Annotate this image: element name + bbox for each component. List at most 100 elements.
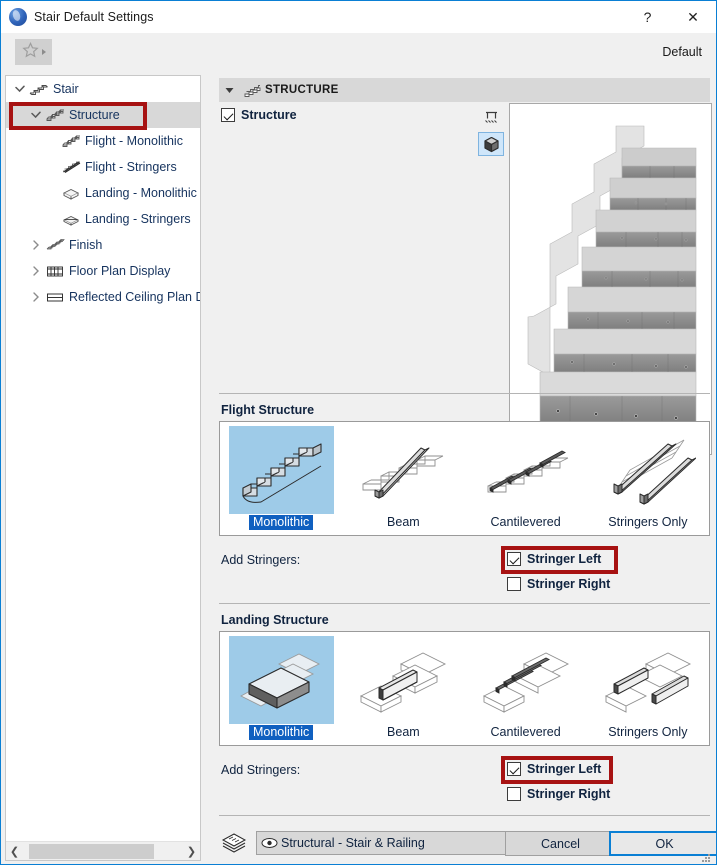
chevron-right-icon[interactable] (28, 240, 44, 250)
preview-view-tools (478, 105, 506, 159)
landing-stringer-left-label: Stringer Left (527, 762, 602, 776)
settings-tree: Stair Structure Flight - Monolithic Flight … (6, 76, 200, 841)
divider-footer (219, 815, 710, 816)
landing-option-label: Monolithic (248, 725, 314, 740)
section-title: STRUCTURE (265, 84, 339, 96)
sidebar-item-label: Flight - Monolithic (85, 134, 183, 148)
floor-plan-display-icon (44, 264, 66, 278)
landing-option-monolithic[interactable]: Monolithic (220, 632, 342, 745)
dialog-footer: Structural - Stair & Railing Cancel OK (213, 823, 716, 864)
flight-option-label: Beam (387, 515, 420, 529)
tree-horizontal-scrollbar[interactable]: ❮ ❯ (6, 841, 200, 860)
cantilevered-flight-icon (473, 426, 578, 514)
flight-stringers-icon (60, 160, 82, 174)
landing-option-stringers-only[interactable]: Stringers Only (587, 632, 709, 745)
layers-icon[interactable] (221, 832, 247, 859)
landing-structure-options: Monolithic Beam Cantilevered Stringers O… (219, 631, 710, 746)
checkbox-box[interactable] (507, 577, 521, 591)
eye-icon (257, 837, 281, 849)
chevron-right-icon[interactable] (28, 292, 44, 302)
sidebar-item-label: Landing - Stringers (85, 212, 191, 226)
sidebar-item-structure[interactable]: Structure (6, 102, 200, 128)
3d-view-icon[interactable] (478, 132, 504, 156)
flight-stringer-right-label: Stringer Right (527, 577, 611, 591)
stair-3d-preview[interactable] (509, 103, 712, 455)
flight-option-label: Cantilevered (490, 515, 561, 529)
help-button[interactable]: ? (625, 1, 670, 33)
close-button[interactable]: ✕ (670, 1, 716, 33)
toolbar: Default (2, 33, 716, 72)
reflected-ceiling-icon (44, 290, 66, 304)
chevron-left-icon[interactable]: ❮ (6, 845, 23, 858)
monolithic-flight-icon (228, 426, 334, 514)
sidebar-item-stair[interactable]: Stair (6, 76, 200, 102)
cantilevered-landing-icon (473, 636, 578, 724)
landing-stringer-right-label: Stringer Right (527, 787, 611, 801)
flight-option-cantilevered[interactable]: Cantilevered (465, 422, 587, 535)
flight-add-stringers-label: Add Stringers: (221, 553, 301, 567)
sidebar-item-label: Reflected Ceiling Plan Di (69, 290, 200, 304)
layer-combo-value: Structural - Stair & Railing (281, 836, 425, 850)
sidebar-item-flight-stringers[interactable]: Flight - Stringers (6, 154, 200, 180)
flight-stringer-left-label: Stringer Left (527, 552, 602, 566)
flight-option-label: Stringers Only (608, 515, 688, 529)
landing-option-label: Cantilevered (490, 725, 561, 739)
chevron-down-icon[interactable] (12, 85, 28, 93)
landing-stringer-right-checkbox[interactable]: Stringer Right (507, 787, 610, 801)
sidebar-item-landing-stringers[interactable]: Landing - Stringers (6, 206, 200, 232)
flight-structure-options: Monolithic Beam Cantilevered Stringers O… (219, 421, 710, 536)
stair-icon (28, 82, 50, 96)
checkbox-box[interactable] (221, 108, 235, 122)
landing-option-label: Stringers Only (608, 725, 688, 739)
monolithic-landing-icon (228, 636, 334, 724)
sidebar-item-label: Floor Plan Display (69, 264, 171, 278)
settings-tree-panel: Stair Structure Flight - Monolithic Flight … (5, 75, 201, 861)
stringers-only-flight-icon (595, 426, 700, 514)
flight-option-beam[interactable]: Beam (342, 422, 464, 535)
resize-grip[interactable] (700, 851, 712, 863)
floor-plan-view-icon[interactable] (478, 105, 504, 129)
landing-structure-title: Landing Structure (221, 613, 329, 627)
structure-enable-checkbox[interactable]: Structure (221, 108, 297, 122)
sidebar-item-finish[interactable]: Finish (6, 232, 200, 258)
scrollbar-thumb[interactable] (29, 843, 154, 859)
checkbox-box[interactable] (507, 552, 521, 566)
chevron-right-icon[interactable] (28, 266, 44, 276)
chevron-down-icon[interactable] (28, 111, 44, 119)
sidebar-item-label: Structure (69, 108, 120, 122)
landing-monolithic-icon (60, 186, 82, 200)
structure-icon (239, 83, 265, 98)
stair-default-settings-dialog: Stair Default Settings ? ✕ Default Stair… (0, 0, 717, 865)
scrollbar-track[interactable] (23, 842, 183, 861)
flight-option-monolithic[interactable]: Monolithic (220, 422, 342, 535)
flight-stringer-left-checkbox[interactable]: Stringer Left (507, 552, 601, 566)
caret-down-icon[interactable] (219, 87, 239, 94)
checkbox-box[interactable] (507, 787, 521, 801)
checkbox-box[interactable] (507, 762, 521, 776)
stringers-only-landing-icon (595, 636, 700, 724)
sidebar-item-landing-monolithic[interactable]: Landing - Monolithic (6, 180, 200, 206)
flight-stringer-right-checkbox[interactable]: Stringer Right (507, 577, 610, 591)
flight-structure-title: Flight Structure (221, 403, 315, 417)
structure-icon (44, 108, 66, 122)
landing-option-cantilevered[interactable]: Cantilevered (465, 632, 587, 745)
landing-stringers-icon (60, 212, 82, 226)
title-bar: Stair Default Settings ? ✕ (1, 1, 716, 33)
sidebar-item-floor-plan-display[interactable]: Floor Plan Display (6, 258, 200, 284)
window-title: Stair Default Settings (34, 10, 154, 24)
landing-stringer-left-checkbox[interactable]: Stringer Left (507, 762, 601, 776)
flight-option-label: Monolithic (248, 515, 314, 530)
chevron-right-icon[interactable]: ❯ (183, 845, 200, 858)
sidebar-item-flight-monolithic[interactable]: Flight - Monolithic (6, 128, 200, 154)
finish-icon (44, 238, 66, 252)
beam-flight-icon (351, 426, 456, 514)
sidebar-item-reflected-ceiling-plan-di[interactable]: Reflected Ceiling Plan Di (6, 284, 200, 310)
cancel-button[interactable]: Cancel (505, 831, 616, 856)
structure-checkbox-label: Structure (241, 108, 297, 122)
structure-section-header[interactable]: STRUCTURE (219, 78, 710, 102)
favorites-button[interactable] (15, 39, 52, 65)
window-buttons: ? ✕ (625, 1, 716, 33)
layer-combo[interactable]: Structural - Stair & Railing (256, 831, 536, 855)
landing-option-beam[interactable]: Beam (342, 632, 464, 745)
flight-option-stringers-only[interactable]: Stringers Only (587, 422, 709, 535)
